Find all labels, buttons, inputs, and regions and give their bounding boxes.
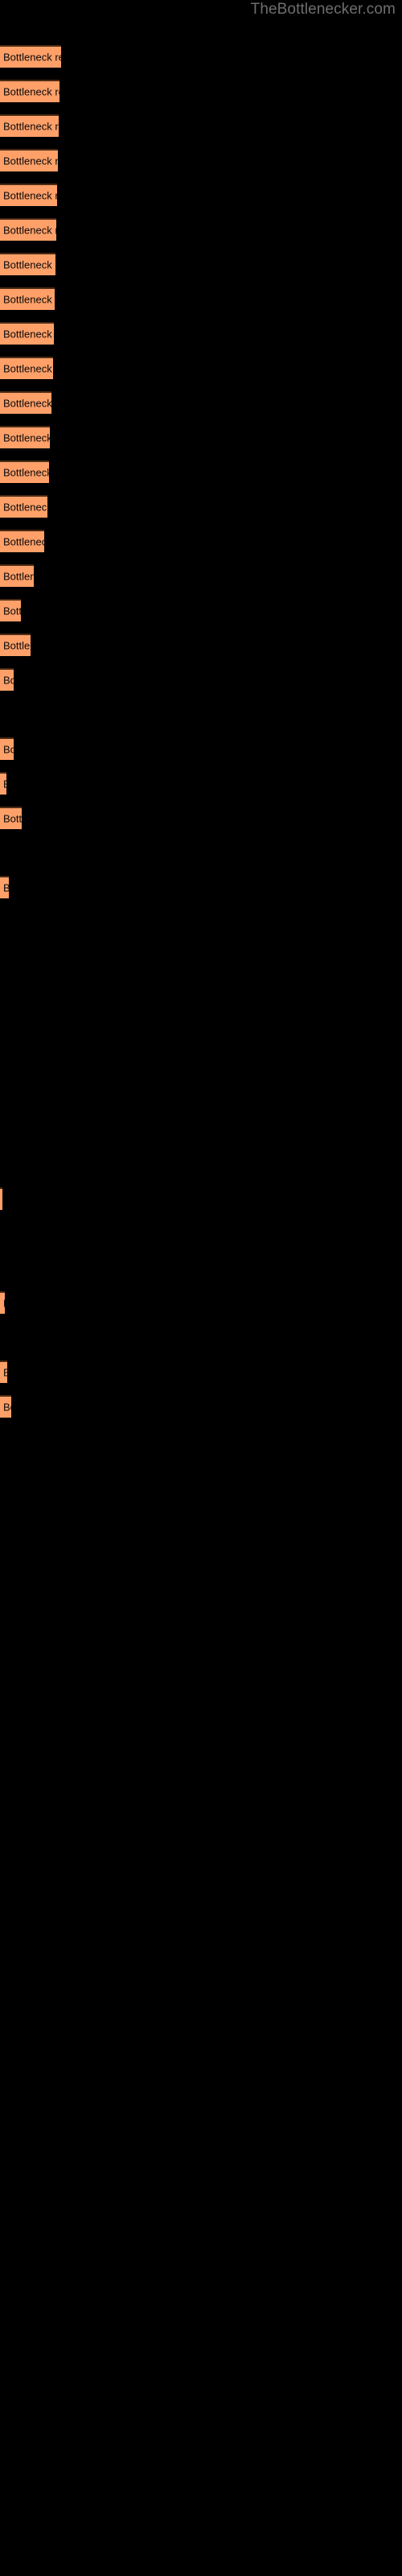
bar-label: Bottleneck result (3, 224, 56, 237)
bar-label: Bottleneck result (3, 605, 21, 617)
bar-20[interactable]: Bottleneck result (0, 737, 14, 760)
bar-label: Bottleneck result (3, 258, 55, 271)
bar-9[interactable]: Bottleneck result (0, 322, 54, 345)
bar-label: Bottleneck result (3, 362, 53, 375)
bar-label: Bottleneck result (3, 501, 47, 514)
bar-label: Bottleneck result (3, 431, 50, 444)
bar-3[interactable]: Bottleneck result (0, 114, 59, 137)
bar-15[interactable]: Bottleneck result (0, 530, 44, 552)
bar-label: Bottleneck result (3, 1298, 5, 1310)
bar-label: Bottleneck result (3, 674, 14, 687)
bar-22[interactable]: Bottleneck result (0, 807, 22, 829)
bar-label: Bottleneck result (3, 189, 57, 202)
bar-label: Bottleneck result (3, 51, 61, 64)
bar-label: Bottleneck result (3, 293, 55, 306)
bar-label: Bottleneck result (3, 778, 6, 791)
bar-25[interactable]: Bottleneck result (0, 1291, 5, 1314)
bar-label: Bottleneck result (3, 812, 22, 825)
bar-13[interactable]: Bottleneck result (0, 460, 49, 483)
bar-26[interactable]: Bottleneck result (0, 1360, 7, 1383)
bar-label: Bottleneck result (3, 85, 59, 98)
bar-19[interactable]: Bottleneck result (0, 668, 14, 691)
bar-11[interactable]: Bottleneck result (0, 391, 51, 414)
bottleneck-bar-chart: TheBottlenecker.com Bottleneck resultBot… (0, 0, 402, 2576)
bar-label: Bottleneck result (3, 743, 14, 756)
bar-label: Bottleneck result (3, 328, 54, 341)
bar-label: Bottleneck result (3, 882, 9, 894)
bar-14[interactable]: Bottleneck result (0, 495, 47, 518)
bar-label: Bottleneck result (3, 466, 49, 479)
bar-21[interactable]: Bottleneck result (0, 772, 6, 795)
bar-6[interactable]: Bottleneck result (0, 218, 56, 241)
bar-7[interactable]: Bottleneck result (0, 253, 55, 275)
bar-24[interactable]: Bottleneck result (0, 1187, 2, 1210)
bar-18[interactable]: Bottleneck result (0, 634, 31, 656)
bar-4[interactable]: Bottleneck result (0, 149, 58, 171)
bar-16[interactable]: Bottleneck result (0, 564, 34, 587)
bar-label: Bottleneck result (3, 120, 59, 133)
bar-label: Bottleneck result (3, 570, 34, 583)
bar-5[interactable]: Bottleneck result (0, 184, 57, 206)
bar-1[interactable]: Bottleneck result (0, 45, 61, 68)
bar-label: Bottleneck result (3, 155, 58, 167)
bar-12[interactable]: Bottleneck result (0, 426, 50, 448)
bar-label: Bottleneck result (3, 397, 51, 410)
bar-label: Bottleneck result (3, 639, 31, 652)
bar-10[interactable]: Bottleneck result (0, 357, 53, 379)
bar-label: Bottleneck result (3, 535, 44, 548)
bar-27[interactable]: Bottleneck result (0, 1395, 11, 1418)
bar-label: Bottleneck result (3, 1401, 11, 1414)
bar-label: Bottleneck result (3, 1367, 7, 1379)
chart-plot-area: Bottleneck result Bottleneck result Bottle… (0, 0, 402, 2576)
bar-17[interactable]: Bottleneck result (0, 599, 21, 621)
bar-2[interactable]: Bottleneck result (0, 80, 59, 102)
bar-23[interactable]: Bottleneck result (0, 876, 9, 898)
bar-8[interactable]: Bottleneck result (0, 287, 55, 310)
